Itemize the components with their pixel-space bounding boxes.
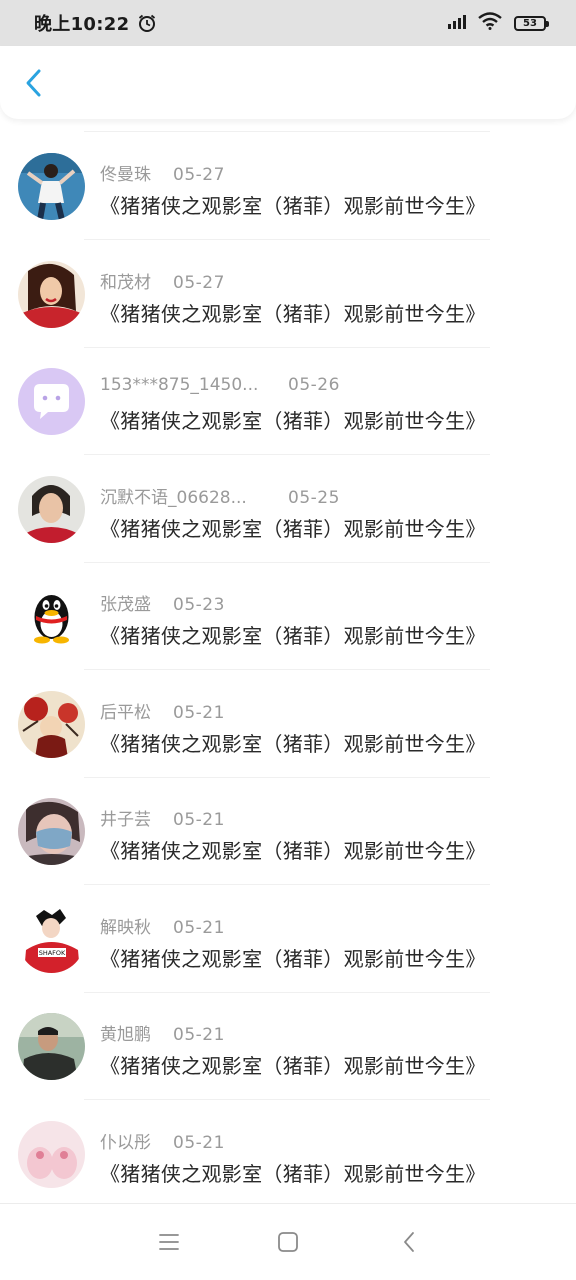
avatar[interactable] xyxy=(18,368,85,435)
item-title[interactable]: 《猪猪侠之观影室（猪菲）观影前世今生》 xyxy=(100,728,486,757)
list-item[interactable]: 井子芸 05-21 《猪猪侠之观影室（猪菲）观影前世今生》 xyxy=(0,773,576,885)
item-meta: 黄旭鹏 05-21 xyxy=(100,1020,225,1045)
item-date: 05-21 xyxy=(173,810,225,830)
back-triangle-icon xyxy=(404,1232,414,1252)
item-date: 05-26 xyxy=(288,375,340,395)
avatar[interactable] xyxy=(18,798,85,865)
user-name: 解映秋 xyxy=(100,917,151,938)
wifi-icon xyxy=(478,12,502,34)
svg-text:SHAFOK: SHAFOK xyxy=(39,949,66,957)
item-meta: 后平松 05-21 xyxy=(100,698,225,723)
avatar[interactable] xyxy=(18,260,85,328)
menu-icon xyxy=(159,1234,179,1250)
item-meta: 解映秋 05-21 xyxy=(100,913,225,938)
item-title[interactable]: 《猪猪侠之观影室（猪菲）观影前世今生》 xyxy=(100,405,486,434)
user-name: 后平松 xyxy=(100,702,151,723)
list-item[interactable]: 沉默不语_06628... 05-25 《猪猪侠之观影室（猪菲）观影前世今生》 xyxy=(0,451,576,563)
user-name: 仆以彤 xyxy=(100,1132,151,1153)
user-name: 井子芸 xyxy=(100,810,151,830)
avatar[interactable] xyxy=(18,1120,85,1188)
status-time: 晚上10:22 xyxy=(34,14,130,35)
list-item[interactable]: 佟曼珠 05-27 《猪猪侠之观影室（猪菲）观影前世今生》 xyxy=(0,128,576,240)
item-meta: 张茂盛 05-23 xyxy=(100,590,225,615)
item-meta: 井子芸 05-21 xyxy=(100,805,225,830)
item-date: 05-27 xyxy=(173,272,225,293)
item-date: 05-23 xyxy=(173,595,225,615)
item-meta: 佟曼珠 05-27 xyxy=(100,160,225,185)
item-date: 05-21 xyxy=(173,1025,225,1045)
list-item[interactable]: 后平松 05-21 《猪猪侠之观影室（猪菲）观影前世今生》 xyxy=(0,666,576,778)
chevron-left-icon xyxy=(26,69,41,97)
user-name: 张茂盛 xyxy=(100,595,151,615)
user-name: 153***875_1450... xyxy=(100,375,259,395)
item-date: 05-21 xyxy=(173,702,225,723)
item-title[interactable]: 《猪猪侠之观影室（猪菲）观影前世今生》 xyxy=(100,1158,486,1187)
list-item[interactable]: SHAFOK 解映秋 05-21 《猪猪侠之观影室（猪菲）观影前世今生》 xyxy=(0,881,576,993)
item-title[interactable]: 《猪猪侠之观影室（猪菲）观影前世今生》 xyxy=(100,943,486,972)
item-title[interactable]: 《猪猪侠之观影室（猪菲）观影前世今生》 xyxy=(100,835,486,864)
video-list: 佟曼珠 05-27 《猪猪侠之观影室（猪菲）观影前世今生》 和茂材 05-27 … xyxy=(0,128,576,1203)
item-title[interactable]: 《猪猪侠之观影室（猪菲）观影前世今生》 xyxy=(100,298,486,327)
back-nav-button[interactable] xyxy=(395,1228,423,1256)
item-title[interactable]: 《猪猪侠之观影室（猪菲）观影前世今生》 xyxy=(100,513,486,542)
app-header xyxy=(0,46,576,119)
battery-icon: 53 xyxy=(514,15,549,31)
user-name: 和茂材 xyxy=(100,272,151,293)
item-meta: 仆以彤 05-21 xyxy=(100,1128,225,1153)
item-date: 05-21 xyxy=(173,1132,225,1153)
avatar[interactable] xyxy=(18,583,85,650)
signal-icon xyxy=(448,13,470,33)
avatar[interactable] xyxy=(18,475,85,543)
alarm-icon xyxy=(137,13,157,33)
list-item[interactable]: 和茂材 05-27 《猪猪侠之观影室（猪菲）观影前世今生》 xyxy=(0,236,576,348)
item-meta: 沉默不语_06628... 05-25 xyxy=(100,483,340,508)
list-item[interactable]: 黄旭鹏 05-21 《猪猪侠之观影室（猪菲）观影前世今生》 xyxy=(0,988,576,1100)
list-item[interactable]: 张茂盛 05-23 《猪猪侠之观影室（猪菲）观影前世今生》 xyxy=(0,558,576,670)
avatar[interactable] xyxy=(18,1013,85,1080)
item-title[interactable]: 《猪猪侠之观影室（猪菲）观影前世今生》 xyxy=(100,620,486,649)
status-indicators: 53 xyxy=(448,12,549,34)
item-date: 05-25 xyxy=(288,487,340,508)
avatar[interactable] xyxy=(18,690,85,758)
item-meta: 和茂材 05-27 xyxy=(100,268,225,293)
home-button[interactable] xyxy=(274,1228,302,1256)
item-meta: 153***875_1450... 05-26 xyxy=(100,375,340,395)
menu-button[interactable] xyxy=(155,1228,183,1256)
user-name: 佟曼珠 xyxy=(100,165,151,185)
user-name: 沉默不语_06628... xyxy=(100,487,247,508)
battery-level: 53 xyxy=(523,17,537,29)
back-button[interactable] xyxy=(18,68,48,98)
home-square-icon xyxy=(278,1232,298,1252)
system-nav-bar xyxy=(0,1203,576,1280)
item-title[interactable]: 《猪猪侠之观影室（猪菲）观影前世今生》 xyxy=(100,190,486,219)
avatar[interactable] xyxy=(18,153,85,220)
item-date: 05-27 xyxy=(173,165,225,185)
user-name: 黄旭鹏 xyxy=(100,1025,151,1045)
status-bar: 晚上10:22 53 xyxy=(0,0,576,46)
item-date: 05-21 xyxy=(173,917,225,938)
item-title[interactable]: 《猪猪侠之观影室（猪菲）观影前世今生》 xyxy=(100,1050,486,1079)
avatar[interactable]: SHAFOK xyxy=(18,905,85,973)
list-item[interactable]: 153***875_1450... 05-26 《猪猪侠之观影室（猪菲）观影前世… xyxy=(0,343,576,455)
list-item[interactable]: 仆以彤 05-21 《猪猪侠之观影室（猪菲）观影前世今生》 xyxy=(0,1096,576,1204)
